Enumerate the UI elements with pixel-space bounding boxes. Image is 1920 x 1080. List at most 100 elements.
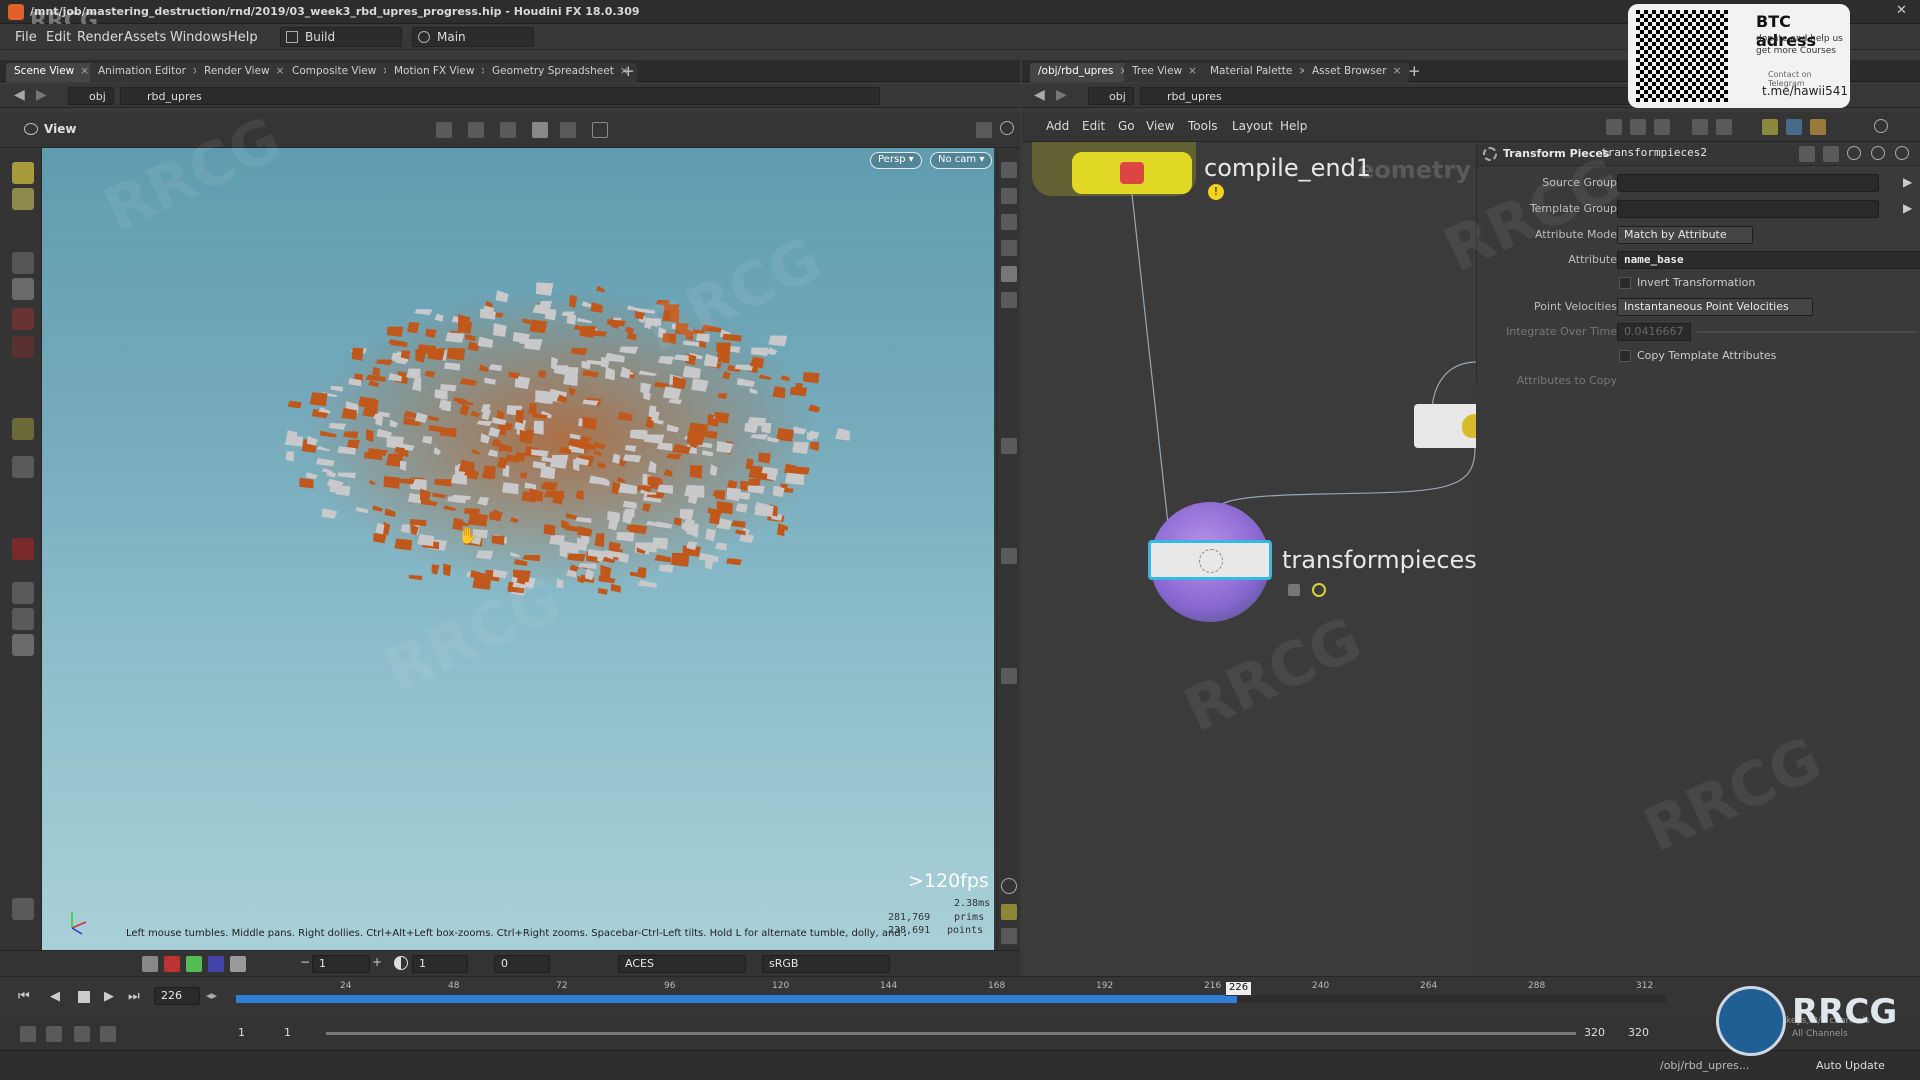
integrate-slider[interactable]: [1697, 331, 1917, 333]
point-icon[interactable]: [1001, 438, 1017, 454]
net-menu-help[interactable]: Help: [1280, 119, 1307, 133]
info-icon[interactable]: [1871, 146, 1885, 160]
desktop-main-select[interactable]: Main: [412, 27, 534, 47]
search-icon[interactable]: [1847, 146, 1861, 160]
magnet-icon[interactable]: [12, 538, 34, 560]
rotate-tool-icon[interactable]: [500, 122, 516, 138]
folder-icon[interactable]: [1810, 119, 1826, 135]
transformpieces-node[interactable]: [1148, 540, 1272, 580]
net-menu-tools[interactable]: Tools: [1188, 119, 1218, 133]
bg-display-icon[interactable]: [142, 956, 158, 972]
range-start[interactable]: 1: [238, 1026, 245, 1039]
bulb-icon[interactable]: [1001, 292, 1017, 308]
tab-material-palette[interactable]: Material Palette ×: [1202, 63, 1316, 82]
source-group-field[interactable]: [1617, 174, 1879, 192]
step-icon[interactable]: ◂▸: [206, 989, 217, 1002]
jump-start-icon[interactable]: ⏮: [18, 989, 30, 1004]
arrow-select-icon[interactable]: ▶: [1903, 201, 1912, 215]
stop-icon[interactable]: [78, 991, 90, 1003]
forward-arrow-icon[interactable]: ▶: [36, 87, 47, 103]
close-icon[interactable]: ×: [1393, 65, 1402, 77]
red-channel-icon[interactable]: [164, 956, 180, 972]
brush-icon[interactable]: [1001, 548, 1017, 564]
invert-checkbox[interactable]: [1619, 277, 1631, 289]
pencil-tool-icon[interactable]: [12, 898, 34, 920]
green-channel-icon[interactable]: [186, 956, 202, 972]
settings-icon[interactable]: [1799, 146, 1815, 162]
image-icon[interactable]: [1786, 119, 1802, 135]
tab-scene-view[interactable]: Scene View ×: [6, 63, 98, 82]
current-frame-field[interactable]: 226: [154, 987, 200, 1005]
exposure-field[interactable]: 1: [412, 955, 468, 973]
auto-update-select[interactable]: Auto Update: [1816, 1059, 1885, 1072]
play-reverse-icon[interactable]: ◀: [50, 989, 60, 1004]
camera-display-icon[interactable]: [1001, 928, 1017, 944]
tab-render-view[interactable]: Render View ×: [196, 63, 293, 82]
transform-tool-icon[interactable]: [468, 122, 484, 138]
add-tab-icon[interactable]: +: [622, 62, 635, 80]
point-velocities-select[interactable]: Instantaneous Point Velocities: [1617, 298, 1813, 316]
path-root-button[interactable]: obj: [1088, 87, 1134, 105]
menu-help[interactable]: Help: [228, 30, 258, 45]
tab-composite-view[interactable]: Composite View×: [284, 63, 400, 82]
view-tool-icon[interactable]: [12, 608, 34, 630]
alpha-channel-icon[interactable]: [230, 956, 246, 972]
net-menu-view[interactable]: View: [1146, 119, 1174, 133]
display-options-icon[interactable]: [1001, 162, 1017, 178]
brush-tool-icon[interactable]: [12, 336, 34, 358]
desktop-build-select[interactable]: Build: [280, 27, 402, 47]
clock-icon[interactable]: [1312, 583, 1326, 597]
notes-icon[interactable]: [1762, 119, 1778, 135]
audio-icon[interactable]: [46, 1026, 62, 1042]
menu-edit[interactable]: Edit: [46, 30, 71, 45]
lock-tool-icon[interactable]: [12, 278, 34, 300]
snap-icon[interactable]: [532, 122, 548, 138]
display-icon[interactable]: [560, 122, 576, 138]
play-icon[interactable]: ▶: [104, 989, 114, 1004]
current-frame-marker[interactable]: 226: [1225, 981, 1253, 996]
close-icon[interactable]: ×: [80, 65, 89, 77]
contrast-icon[interactable]: [394, 956, 408, 970]
hat-tool-icon[interactable]: [12, 634, 34, 656]
handle-tool-icon[interactable]: [12, 162, 34, 184]
menu-assets[interactable]: Assets: [124, 30, 166, 45]
grid-display-icon[interactable]: [1001, 904, 1017, 920]
range-start-2[interactable]: 1: [284, 1026, 291, 1039]
close-icon[interactable]: ✕: [1896, 3, 1907, 18]
lock-icon[interactable]: [1288, 584, 1300, 596]
zoom-icon[interactable]: [1874, 119, 1888, 133]
attribute-field[interactable]: name_base: [1617, 251, 1920, 269]
move-tool-icon[interactable]: [12, 188, 34, 210]
tab-asset-browser[interactable]: Asset Browser ×: [1304, 63, 1410, 82]
close-icon[interactable]: ×: [1188, 65, 1197, 77]
tab-network[interactable]: /obj/rbd_upres×: [1030, 63, 1137, 82]
realtime-icon[interactable]: [100, 1026, 116, 1042]
jump-end-icon[interactable]: ⏭: [128, 989, 140, 1004]
back-arrow-icon[interactable]: ◀: [1034, 87, 1045, 103]
back-arrow-icon[interactable]: ◀: [14, 87, 25, 103]
box-icon[interactable]: [1001, 668, 1017, 684]
network-editor[interactable]: eometry ! compile_end1 attribwrangle3 tr…: [1022, 142, 1476, 992]
camera-menu[interactable]: No cam ▾: [930, 152, 993, 169]
menu-render[interactable]: Render: [77, 30, 123, 45]
camera-tool-icon[interactable]: [12, 456, 34, 478]
tab-tree-view[interactable]: Tree View ×: [1124, 63, 1205, 82]
keys-icon[interactable]: [20, 1026, 36, 1042]
help-icon[interactable]: [1000, 121, 1014, 135]
list-icon[interactable]: [1654, 119, 1670, 135]
timeline-track[interactable]: [236, 995, 1666, 1003]
frame-icon[interactable]: [592, 122, 608, 138]
minus-icon[interactable]: −: [300, 955, 310, 969]
range-end-2[interactable]: 320: [1628, 1026, 1649, 1039]
eye-icon[interactable]: [24, 123, 38, 135]
tile-view-icon[interactable]: [1716, 119, 1732, 135]
blue-channel-icon[interactable]: [208, 956, 224, 972]
select-arrow-icon[interactable]: [12, 252, 34, 274]
layout-icon[interactable]: [976, 122, 992, 138]
range-slider[interactable]: [326, 1032, 1576, 1035]
loop-icon[interactable]: [74, 1026, 90, 1042]
net-menu-layout[interactable]: Layout: [1232, 119, 1273, 133]
status-path[interactable]: /obj/rbd_upres...: [1660, 1059, 1749, 1072]
path-root-button[interactable]: obj: [68, 87, 114, 105]
persp-menu[interactable]: Persp ▾: [870, 152, 922, 169]
